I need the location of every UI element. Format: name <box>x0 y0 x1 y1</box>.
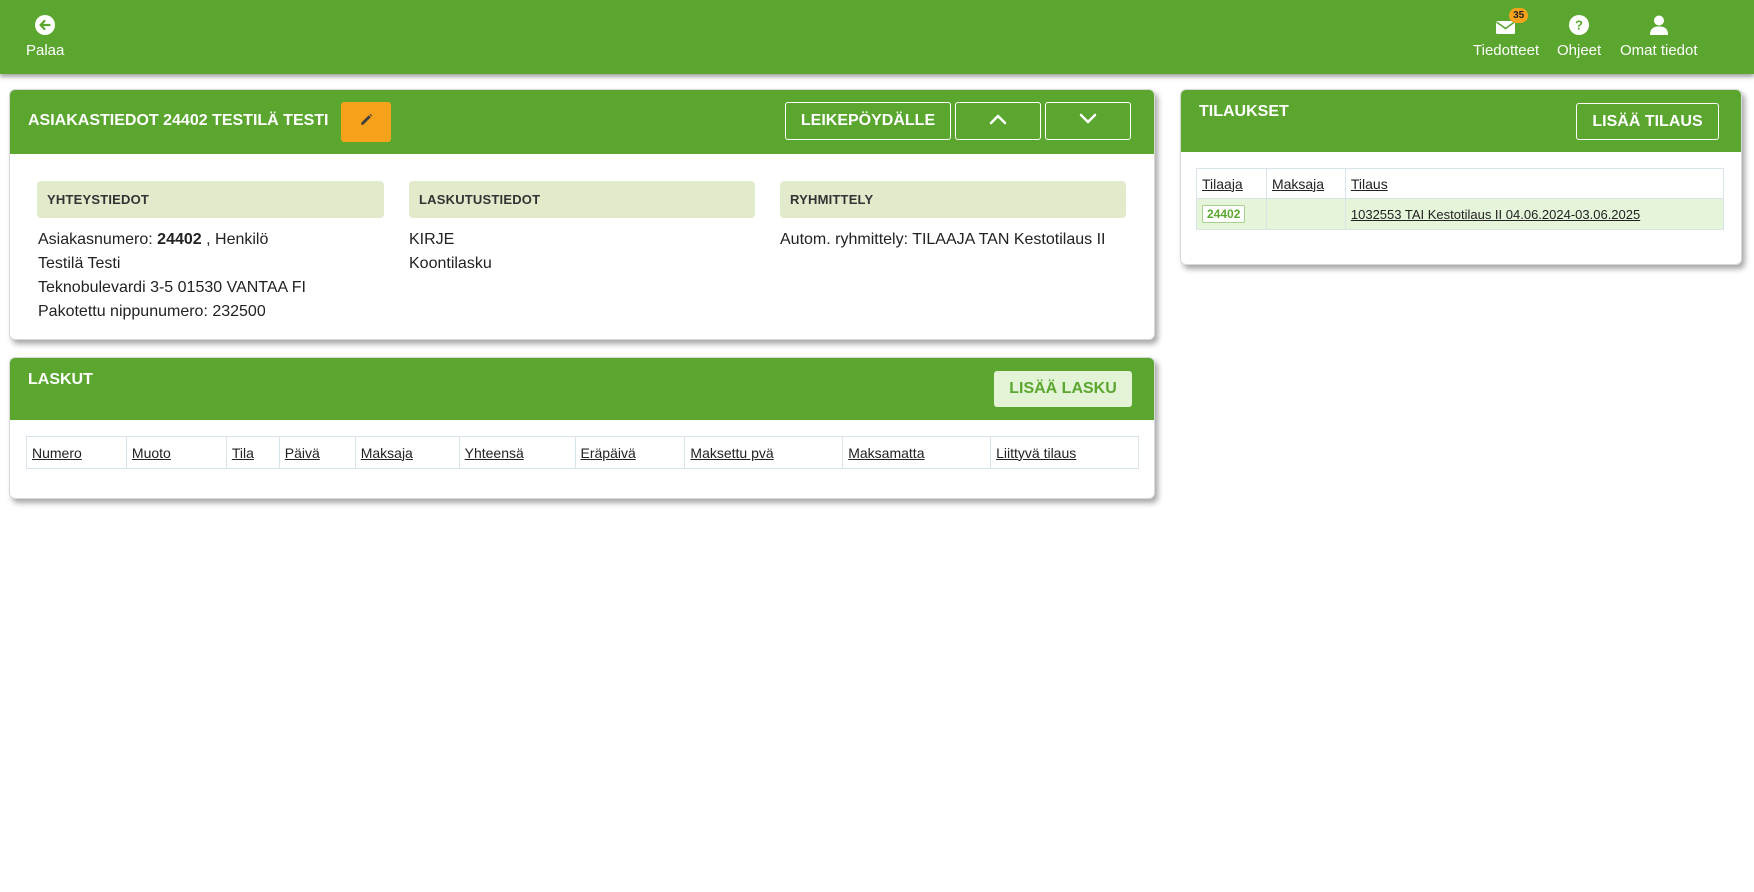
customer-type: , Henkilö <box>206 231 269 248</box>
news-button[interactable]: 35 Tiedotteet <box>1473 8 1540 59</box>
invoices-column-header[interactable]: Maksaja <box>354 436 460 469</box>
column-sort-link[interactable]: Maksamatta <box>848 445 924 461</box>
order-orderer-cell: 24402 <box>1196 198 1267 230</box>
svg-text:?: ? <box>1575 18 1583 33</box>
column-sort-link[interactable]: Yhteensä <box>465 445 524 461</box>
customer-name: Testilä Testi <box>38 255 121 272</box>
invoices-column-header[interactable]: Maksettu pvä <box>684 436 844 469</box>
customer-panel-title: ASIAKASTIEDOT 24402 TESTILÄ TESTI <box>28 112 329 129</box>
profile-button[interactable]: Omat tiedot <box>1620 10 1698 59</box>
invoices-column-header[interactable]: Yhteensä <box>458 436 576 469</box>
column-sort-link[interactable]: Maksaja <box>1272 176 1324 192</box>
forced-bundle-number: Pakotettu nippunumero: 232500 <box>38 303 266 320</box>
customer-number-label: Asiakasnumero: <box>38 231 153 248</box>
column-sort-link[interactable]: Liittyvä tilaus <box>996 445 1076 461</box>
chevron-up-icon <box>988 112 1008 130</box>
column-sort-link[interactable]: Maksaja <box>361 445 413 461</box>
invoices-column-header[interactable]: Muoto <box>125 436 227 469</box>
order-row: 24402 1032553 TAI Kestotilaus II 04.06.20… <box>1196 198 1725 230</box>
column-sort-link[interactable]: Maksettu pvä <box>690 445 773 461</box>
orders-column-header[interactable]: Tilaus <box>1344 168 1725 199</box>
invoices-column-header[interactable]: Eräpäivä <box>574 436 686 469</box>
order-cell: 1032553 TAI Kestotilaus II 04.06.2024-03… <box>1344 198 1725 230</box>
news-label: Tiedotteet <box>1473 42 1540 59</box>
invoices-panel-header: LASKUT LISÄÄ LASKU <box>10 358 1154 420</box>
customer-number-line: Asiakasnumero: 24402 , Henkilö <box>38 228 306 252</box>
orders-panel-header: TILAUKSET LISÄÄ TILAUS <box>1181 90 1741 152</box>
add-invoice-button[interactable]: LISÄÄ LASKU <box>994 371 1132 407</box>
billing-section-header: LASKUTUSTIEDOT <box>409 181 755 218</box>
billing-details: KIRJE Koontilasku <box>409 228 492 276</box>
billing-method: KIRJE <box>409 231 455 248</box>
auto-grouping: Autom. ryhmittely: TILAAJA TAN Kestotila… <box>780 231 1106 248</box>
envelope-icon: 35 <box>1495 8 1529 36</box>
invoices-column-header[interactable]: Päivä <box>278 436 356 469</box>
profile-label: Omat tiedot <box>1620 42 1698 59</box>
column-sort-link[interactable]: Tilaaja <box>1202 176 1243 192</box>
edit-customer-button[interactable] <box>341 102 391 142</box>
invoices-column-header[interactable]: Tila <box>225 436 280 469</box>
chevron-down-icon <box>1078 112 1098 130</box>
column-sort-link[interactable]: Numero <box>32 445 82 461</box>
invoices-header-row: Numero Muoto Tila Päivä Maksaja Yhteensä Eräpä… <box>26 436 1139 469</box>
top-navigation-bar: Palaa 35 Tiedotteet ? Ohjeet Omat tiedot <box>0 0 1754 74</box>
customer-info-panel: ASIAKASTIEDOT 24402 TESTILÄ TESTI LEIKEP… <box>9 89 1155 340</box>
copy-to-clipboard-button[interactable]: LEIKEPÖYDÄLLE <box>785 102 951 140</box>
order-link[interactable]: 1032553 TAI Kestotilaus II 04.06.2024-03… <box>1351 207 1640 222</box>
move-up-button[interactable] <box>955 102 1041 140</box>
question-circle-icon: ? <box>1568 10 1590 36</box>
orders-header-row: Tilaaja Maksaja Tilaus <box>1196 168 1725 199</box>
help-label: Ohjeet <box>1557 42 1602 59</box>
grouping-section-header: RYHMITTELY <box>780 181 1126 218</box>
invoices-table: Numero Muoto Tila Päivä Maksaja Yhteensä Eräpä… <box>26 436 1139 469</box>
grouping-details: Autom. ryhmittely: TILAAJA TAN Kestotila… <box>780 228 1105 252</box>
column-sort-link[interactable]: Tilaus <box>1351 176 1388 192</box>
column-sort-link[interactable]: Eräpäivä <box>581 445 636 461</box>
news-count-badge: 35 <box>1509 8 1529 23</box>
invoices-column-header[interactable]: Liittyvä tilaus <box>990 436 1139 469</box>
orders-table: Tilaaja Maksaja Tilaus 24402 1032553 TAI Ke… <box>1196 168 1725 230</box>
back-label: Palaa <box>26 42 65 59</box>
orders-panel: TILAUKSET LISÄÄ TILAUS Tilaaja Maksaja Til… <box>1180 89 1742 265</box>
contact-details: Asiakasnumero: 24402 , Henkilö Testilä T… <box>38 228 306 324</box>
invoices-panel: LASKUT LISÄÄ LASKU Numero Muoto Tila Päivä M… <box>9 357 1155 499</box>
column-sort-link[interactable]: Päivä <box>285 445 320 461</box>
move-down-button[interactable] <box>1045 102 1131 140</box>
user-icon <box>1648 10 1670 36</box>
contact-section-header: YHTEYSTIEDOT <box>37 181 384 218</box>
customer-number-value: 24402 <box>157 231 202 248</box>
column-sort-link[interactable]: Muoto <box>132 445 171 461</box>
help-button[interactable]: ? Ohjeet <box>1557 10 1601 59</box>
invoices-column-header[interactable]: Maksamatta <box>842 436 992 469</box>
orders-panel-title: TILAUKSET <box>1199 103 1289 120</box>
orders-column-header[interactable]: Tilaaja <box>1196 168 1267 199</box>
column-sort-link[interactable]: Tila <box>232 445 254 461</box>
add-order-button[interactable]: LISÄÄ TILAUS <box>1576 103 1719 140</box>
arrow-left-circle-icon <box>34 10 56 36</box>
invoices-panel-title: LASKUT <box>28 371 93 388</box>
customer-panel-header: ASIAKASTIEDOT 24402 TESTILÄ TESTI LEIKEP… <box>10 90 1154 154</box>
customer-address: Teknobulevardi 3-5 01530 VANTAA FI <box>38 279 306 296</box>
billing-type: Koontilasku <box>409 255 492 272</box>
back-button[interactable]: Palaa <box>26 10 64 59</box>
pencil-icon <box>358 112 374 133</box>
orders-column-header[interactable]: Maksaja <box>1265 168 1346 199</box>
orderer-customer-link[interactable]: 24402 <box>1202 205 1246 223</box>
order-payer-cell <box>1265 198 1346 230</box>
invoices-column-header[interactable]: Numero <box>26 436 127 469</box>
